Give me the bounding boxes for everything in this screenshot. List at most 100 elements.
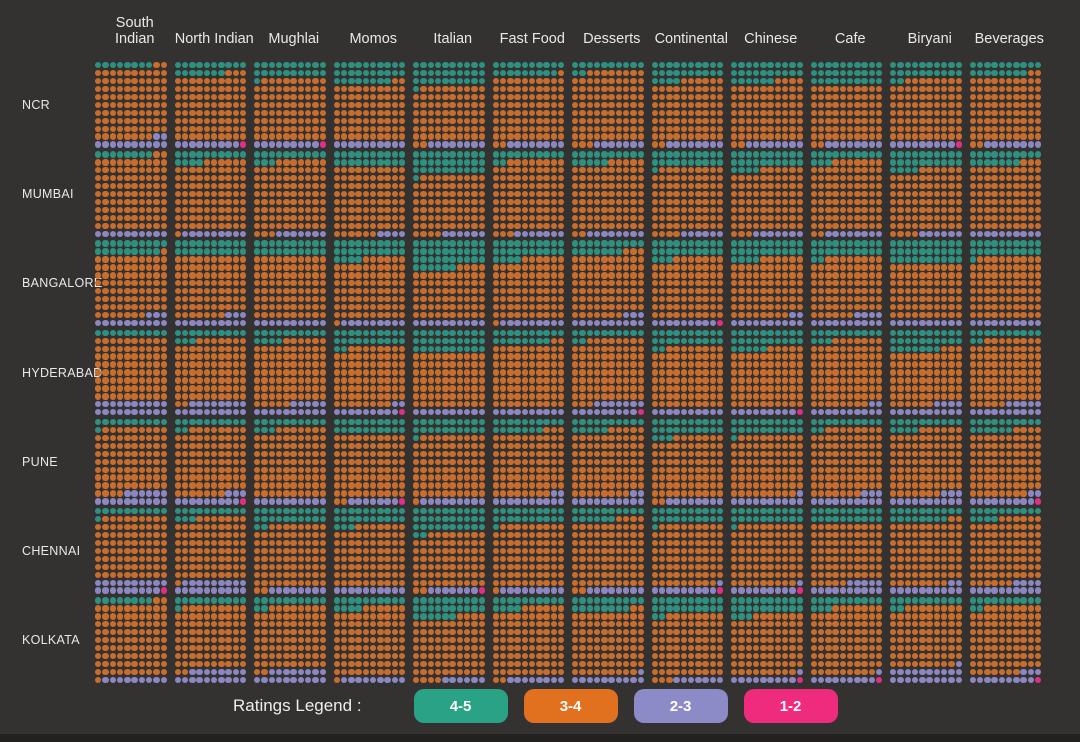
- waffle-cell-bangalore-desserts: [572, 240, 645, 326]
- rating-dot: [941, 272, 947, 278]
- rating-dot: [717, 207, 723, 213]
- rating-dot: [926, 151, 932, 157]
- rating-dot: [652, 312, 658, 318]
- rating-dot: [666, 215, 672, 221]
- rating-dot: [370, 151, 376, 157]
- rating-dot: [355, 133, 361, 139]
- rating-dot: [161, 312, 167, 318]
- rating-dot: [825, 183, 831, 189]
- rating-dot: [948, 264, 954, 270]
- rating-dot: [290, 133, 296, 139]
- rating-dot: [811, 167, 817, 173]
- rating-dot: [876, 110, 882, 116]
- rating-dot: [457, 191, 463, 197]
- rating-dot: [702, 320, 708, 326]
- rating-dot: [182, 338, 188, 344]
- rating-dot: [717, 223, 723, 229]
- rating-dot: [912, 215, 918, 221]
- rating-dot: [377, 62, 383, 68]
- rating-dot: [117, 141, 123, 147]
- rating-dot: [254, 215, 260, 221]
- waffle-cell-mumbai-chinese: [731, 151, 804, 237]
- rating-dot: [377, 377, 383, 383]
- rating-dot: [543, 264, 549, 270]
- rating-dot: [666, 183, 672, 189]
- rating-dot: [977, 62, 983, 68]
- rating-dot: [558, 330, 564, 336]
- rating-dot: [869, 110, 875, 116]
- rating-dot: [471, 248, 477, 254]
- rating-dot: [688, 183, 694, 189]
- rating-dot: [1006, 118, 1012, 124]
- rating-dot: [673, 330, 679, 336]
- rating-dot: [384, 159, 390, 165]
- rating-dot: [413, 240, 419, 246]
- rating-dot: [479, 94, 485, 100]
- rating-dot: [298, 159, 304, 165]
- rating-dot: [551, 183, 557, 189]
- rating-dot: [377, 330, 383, 336]
- rating-dot: [688, 330, 694, 336]
- rating-dot: [731, 151, 737, 157]
- rating-dot: [616, 338, 622, 344]
- rating-dot: [146, 62, 152, 68]
- rating-dot: [818, 191, 824, 197]
- rating-dot: [652, 159, 658, 165]
- rating-dot: [558, 240, 564, 246]
- rating-dot: [363, 393, 369, 399]
- rating-dot: [507, 240, 513, 246]
- rating-dot: [702, 70, 708, 76]
- rating-dot: [1013, 223, 1019, 229]
- rating-dot: [702, 231, 708, 237]
- rating-dot: [861, 304, 867, 310]
- rating-dot: [638, 86, 644, 92]
- rating-dot: [305, 330, 311, 336]
- rating-dot: [876, 183, 882, 189]
- waffle-cell-bangalore-beverages: [970, 240, 1043, 326]
- rating-dot: [854, 110, 860, 116]
- rating-dot: [529, 256, 535, 262]
- rating-dot: [840, 248, 846, 254]
- rating-dot: [811, 199, 817, 205]
- rating-dot: [789, 191, 795, 197]
- rating-dot: [189, 330, 195, 336]
- rating-dot: [746, 223, 752, 229]
- rating-dot: [211, 361, 217, 367]
- rating-dot: [110, 312, 116, 318]
- rating-dot: [153, 141, 159, 147]
- rating-dot: [623, 102, 629, 108]
- rating-dot: [320, 94, 326, 100]
- rating-dot: [616, 369, 622, 375]
- rating-dot: [341, 353, 347, 359]
- rating-dot: [789, 231, 795, 237]
- rating-dot: [934, 86, 940, 92]
- rating-dot: [355, 151, 361, 157]
- rating-dot: [363, 346, 369, 352]
- rating-dot: [507, 280, 513, 286]
- rating-dot: [948, 78, 954, 84]
- rating-dot: [124, 78, 130, 84]
- rating-dot: [269, 86, 275, 92]
- rating-dot: [797, 118, 803, 124]
- rating-dot: [312, 385, 318, 391]
- rating-dot: [334, 304, 340, 310]
- rating-dot: [753, 393, 759, 399]
- rating-dot: [312, 199, 318, 205]
- rating-dot: [536, 199, 542, 205]
- rating-dot: [1028, 141, 1034, 147]
- rating-dot: [782, 133, 788, 139]
- rating-dot: [601, 385, 607, 391]
- rating-dot: [876, 272, 882, 278]
- rating-dot: [753, 141, 759, 147]
- rating-dot: [926, 94, 932, 100]
- rating-dot: [283, 199, 289, 205]
- rating-dot: [630, 183, 636, 189]
- rating-dot: [818, 118, 824, 124]
- rating-dot: [95, 377, 101, 383]
- rating-dot: [572, 231, 578, 237]
- rating-dot: [442, 118, 448, 124]
- rating-dot: [934, 199, 940, 205]
- rating-dot: [131, 256, 137, 262]
- rating-dot: [536, 102, 542, 108]
- city-band-hyderabad: HYDERABAD: [0, 330, 1080, 416]
